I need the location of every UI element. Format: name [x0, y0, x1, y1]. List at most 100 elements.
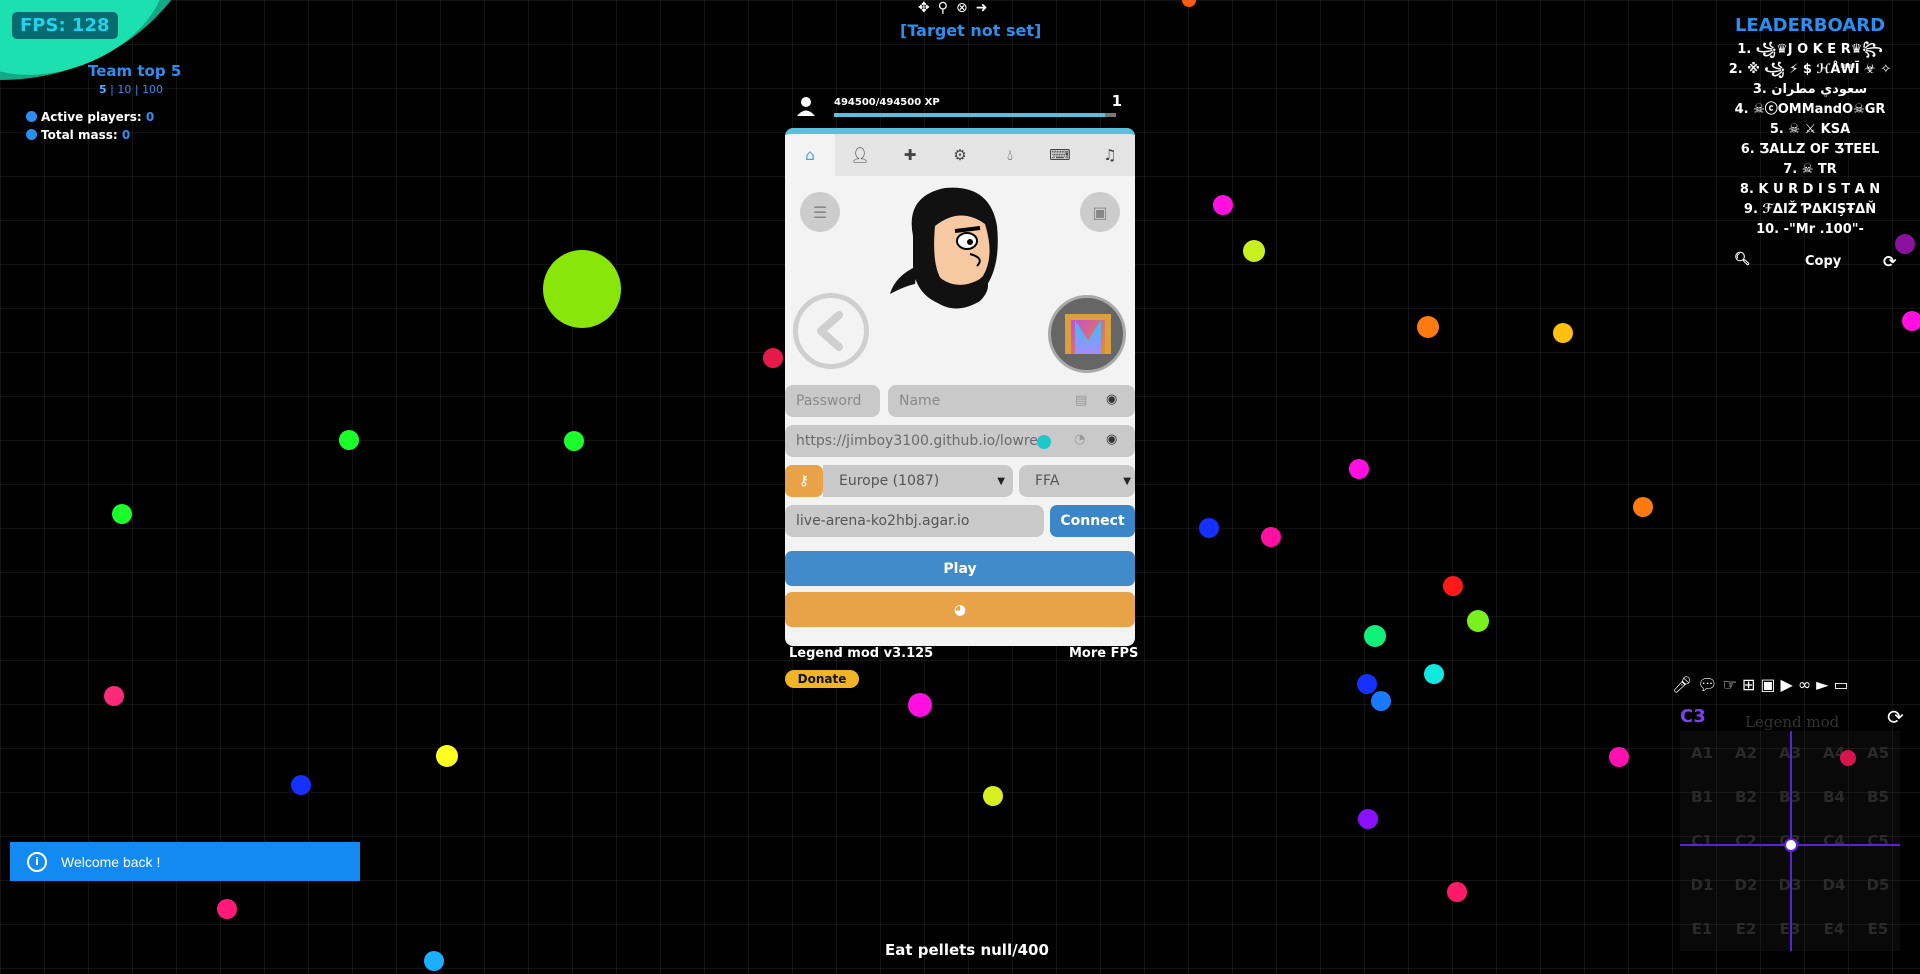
player-marker	[1784, 838, 1798, 852]
map-pin-icon[interactable]: ⚲	[938, 0, 956, 16]
region-select[interactable]: Europe (1087) ▼	[823, 465, 1013, 497]
binoculars-icon[interactable]: ∞	[1798, 675, 1816, 694]
clipboard-icon[interactable]: ▤	[1075, 393, 1087, 408]
tab-profile[interactable]: 👤︎	[835, 134, 885, 176]
notification[interactable]: i Welcome back !	[10, 842, 360, 881]
puzzle-icon: ✚	[903, 146, 917, 164]
arrow-right-icon[interactable]: ➜	[976, 0, 996, 16]
minimap-sector: B4	[1823, 788, 1845, 806]
donate-button[interactable]: Donate	[785, 670, 859, 688]
minimap[interactable]: A1A2A3A4A5B1B2B3B4B5C1C2C3C4C5D1D2D3D4D5…	[1680, 731, 1900, 951]
pellet	[104, 686, 124, 706]
minimap-sector: E5	[1867, 920, 1889, 938]
connect-button[interactable]: Connect	[1050, 505, 1135, 537]
leaderboard-entry: 10. -"Mr .100"-	[1756, 222, 1864, 237]
cancel-circle-icon[interactable]: ⊗	[956, 0, 976, 16]
crosshair-icon[interactable]: ✥	[918, 0, 938, 16]
skin-preview[interactable]	[1048, 295, 1126, 373]
minimap-sector: A1	[1690, 744, 1714, 762]
pellet	[908, 693, 932, 717]
tab-extensions[interactable]: ✚	[885, 134, 935, 176]
pellet	[1417, 316, 1439, 338]
team-size-option[interactable]: 100	[142, 83, 163, 96]
password-field[interactable]: Password	[785, 385, 880, 417]
active-players-stat: Active players: 0	[26, 110, 154, 124]
team-size-option[interactable]: 5	[99, 83, 107, 96]
pellet	[217, 899, 237, 919]
name-field[interactable]: Name	[888, 385, 1135, 417]
xp-bar	[834, 113, 1116, 117]
mod-version: Legend mod v3.125	[789, 646, 934, 661]
image-icon[interactable]: ▣	[1760, 675, 1780, 694]
fps-counter: FPS: 128	[12, 12, 118, 39]
pellet	[1358, 809, 1378, 829]
search-icon[interactable]: 🔍︎	[1734, 252, 1751, 267]
target-status[interactable]: [Target not set]	[900, 21, 1041, 40]
play-button[interactable]: Play	[785, 551, 1135, 586]
key-icon: ⚷	[798, 473, 810, 489]
leaderboard-tools: 🔍︎ Copy ⟳	[1728, 252, 1908, 274]
leaderboard-entry: 7. ☠ TR	[1783, 162, 1837, 177]
microphone-icon[interactable]: 🎤︎	[1672, 675, 1697, 694]
team-size-option[interactable]: 10	[117, 83, 131, 96]
eye-icon[interactable]: ◉	[1106, 392, 1117, 407]
sitemap-icon[interactable]: ⊞	[1742, 675, 1760, 694]
pellet	[1213, 195, 1233, 215]
globe-icon: ◕	[953, 601, 967, 618]
menu-button[interactable]: ☰	[800, 192, 840, 232]
copy-button[interactable]: Copy	[1805, 254, 1841, 269]
notification-text: Welcome back !	[61, 853, 161, 870]
music-icon: ♫	[1103, 146, 1117, 164]
refresh-icon[interactable]: ⟳	[1883, 252, 1896, 271]
chevron-down-icon: ▼	[1123, 475, 1131, 487]
eye-icon[interactable]: ◉	[1106, 432, 1117, 447]
tab-settings[interactable]: ⚙	[935, 134, 985, 176]
minimap-cell	[1840, 750, 1856, 766]
minimap-sector: D4	[1822, 876, 1846, 894]
total-mass-stat: Total mass: 0	[26, 128, 130, 142]
pellet	[1609, 747, 1629, 767]
pellet	[112, 504, 132, 524]
pointer-icon[interactable]: ☞	[1723, 675, 1742, 694]
spectate-button[interactable]: ◕	[785, 592, 1135, 627]
key-button[interactable]: ⚷	[785, 465, 823, 497]
pellet	[763, 348, 783, 368]
chat-icon[interactable]: 💬︎	[1697, 675, 1722, 694]
tab-home[interactable]: ⌂	[785, 134, 835, 176]
pellet	[1364, 625, 1386, 647]
xp-text: 494500/494500 XP	[834, 97, 940, 108]
minimap-sector: A2	[1734, 744, 1758, 762]
pellet	[291, 775, 311, 795]
leaderboard-entry: 6. ƷALLZ OF ƷTEEL	[1740, 142, 1880, 157]
pellet	[436, 745, 458, 767]
pellet	[424, 951, 444, 971]
server-field[interactable]: live-arena-ko2hbj.agar.io	[785, 505, 1044, 537]
hamburger-icon: ☰	[812, 202, 828, 222]
more-fps-link[interactable]: More FPS	[1069, 646, 1138, 661]
pellet	[1199, 518, 1219, 538]
leaderboard-entry: 5. ☠ ⚔ KSA	[1769, 122, 1851, 137]
user-icon	[26, 111, 37, 122]
pellet	[1447, 882, 1467, 902]
play-icon[interactable]: ►	[1816, 675, 1833, 694]
image-button[interactable]: ▣	[1080, 192, 1120, 232]
color-dot[interactable]	[1037, 435, 1051, 449]
monitor-icon[interactable]: ▭	[1833, 675, 1853, 694]
previous-skin-button[interactable]	[793, 293, 869, 369]
tab-theme[interactable]: 💧︎	[985, 134, 1035, 176]
pellet	[1357, 674, 1377, 694]
tab-music[interactable]: ♫	[1085, 134, 1135, 176]
target-tools: ✥⚲⊗➜	[918, 0, 995, 16]
user-icon	[797, 97, 815, 116]
pellet	[1553, 323, 1573, 343]
mode-select[interactable]: FFA ▼	[1019, 465, 1135, 497]
current-sector: C3	[1680, 706, 1706, 727]
leaderboard-entry: 1. ꧁♛J O K E R♛꧂	[1737, 42, 1883, 57]
minimap-sector: D5	[1866, 876, 1890, 894]
youtube-icon[interactable]: ▶	[1781, 675, 1798, 694]
tab-hotkeys[interactable]: ⌨	[1035, 134, 1085, 176]
history-icon[interactable]: ◔	[1074, 432, 1085, 447]
minimap-label: Legend mod	[1745, 713, 1840, 731]
minimap-sector: C4	[1823, 832, 1845, 850]
refresh-icon[interactable]: ⟳	[1887, 705, 1904, 729]
